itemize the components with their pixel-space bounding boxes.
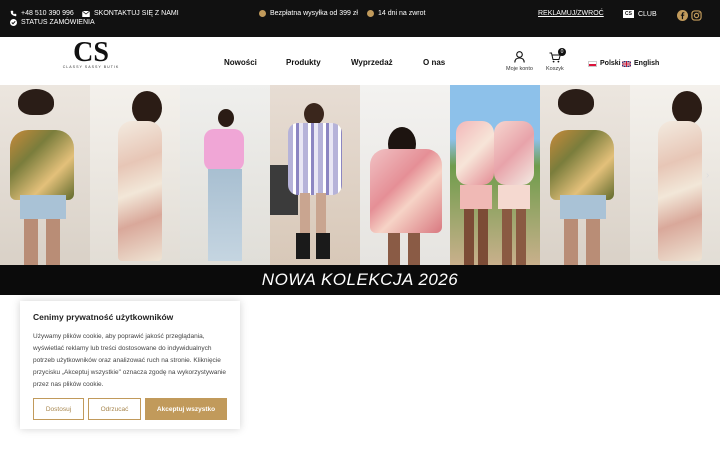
complaints-link[interactable]: REKLAMUJ/ZWROĆ [538,10,604,17]
club-badge: CS [623,10,634,18]
customize-button[interactable]: Dostosuj [33,398,84,420]
poland-flag-icon [588,60,597,67]
cookie-description: Używamy plików cookie, aby poprawić jako… [33,333,227,388]
check-circle-icon [10,19,17,26]
site-logo[interactable]: CS CLASSY SASSY BUTIK [50,40,132,70]
banner-photo-7 [540,85,630,265]
uk-flag-icon [622,60,631,67]
order-status-link[interactable]: STATUS ZAMÓWIENIA [10,19,95,26]
banner-photo-1 [0,85,90,265]
chevron-right-icon[interactable]: › [706,170,709,181]
cart-count-badge: 0 [558,48,566,56]
accept-all-button[interactable]: Akceptuj wszystko [145,398,227,420]
banner-photo-4 [270,85,360,265]
top-bar: +48 510 390 996 SKONTAKTUJ SIĘ Z NAMI ST… [0,0,720,37]
new-collection-banner[interactable]: NOWA KOLEKCJA 2026 [0,265,720,295]
instagram-icon[interactable] [691,10,702,21]
banner-photo-3 [180,85,270,265]
cookie-consent-dialog: Cenimy prywatność użytkowników Używamy p… [20,301,240,429]
free-shipping-info: Bezpłatna wysyłka od 399 zł [259,10,358,17]
lang-english[interactable]: English [622,60,659,67]
account-button[interactable]: Moje konto [506,51,533,72]
contact-link[interactable]: SKONTAKTUJ SIĘ Z NAMI [82,10,179,17]
nav-sale[interactable]: Wyprzedaż [351,58,393,67]
nav-about[interactable]: O nas [423,58,445,67]
envelope-icon [82,10,90,17]
shipping-icon [259,10,266,17]
phone-icon [10,10,17,17]
user-icon [514,51,525,63]
hero-banner[interactable] [0,85,720,265]
facebook-icon[interactable] [677,10,688,21]
logo-tagline: CLASSY SASSY BUTIK [63,65,120,69]
banner-photo-2 [90,85,180,265]
cookie-title: Cenimy prywatność użytkowników [33,312,174,322]
banner-photo-6 [450,85,540,265]
lang-polish[interactable]: Polski [588,60,621,67]
banner-photo-5 [360,85,450,265]
logo-letters: CS [73,40,109,68]
phone-link[interactable]: +48 510 390 996 [10,10,74,17]
returns-info: 14 dni na zwrot [367,10,425,17]
club-link[interactable]: CS CLUB [623,10,657,18]
returns-icon [367,10,374,17]
reject-button[interactable]: Odrzucać [88,398,141,420]
nav-new[interactable]: Nowości [224,58,257,67]
nav-products[interactable]: Produkty [286,58,321,67]
